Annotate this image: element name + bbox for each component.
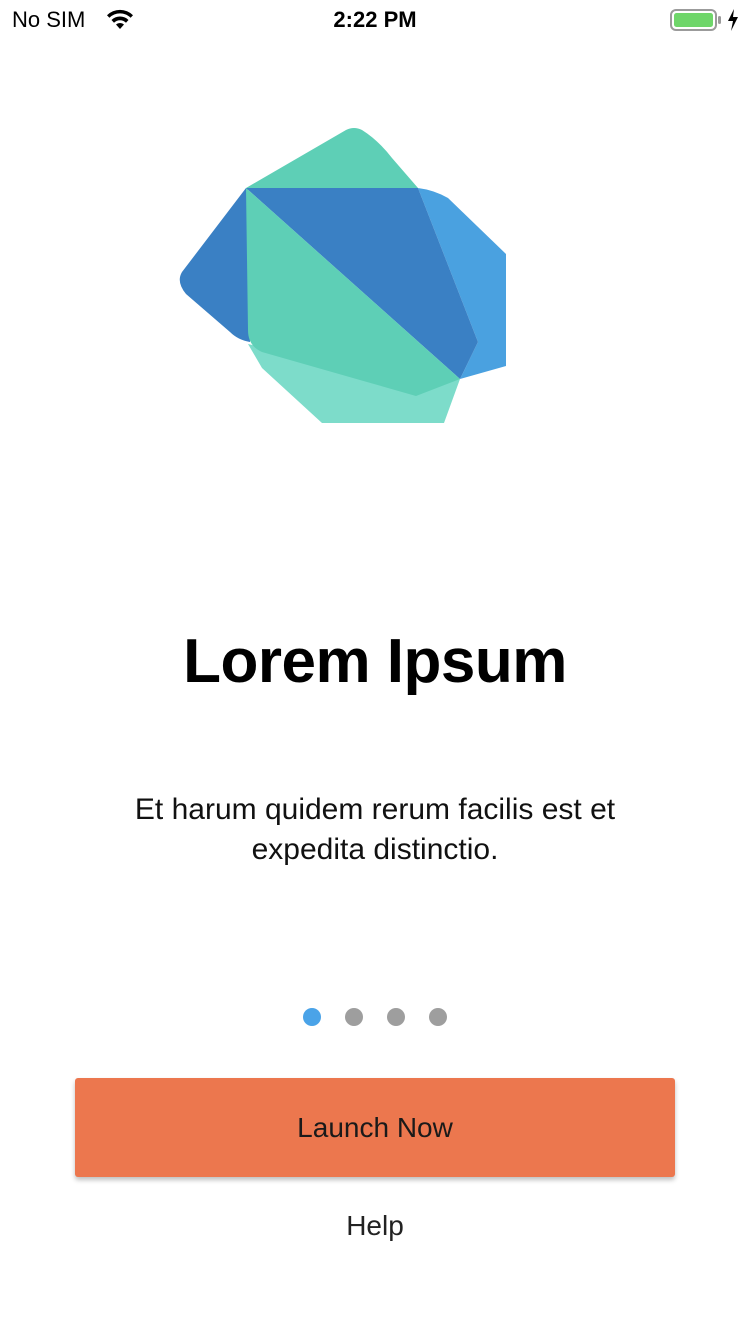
page-dot-4[interactable] bbox=[429, 1008, 447, 1026]
page-dot-2[interactable] bbox=[345, 1008, 363, 1026]
launch-now-button[interactable]: Launch Now bbox=[75, 1078, 675, 1177]
page-indicator bbox=[0, 1008, 750, 1026]
status-time: 2:22 PM bbox=[333, 7, 417, 32]
onboarding-description: Et harum quidem rerum facilis est et exp… bbox=[134, 793, 616, 866]
status-bar: No SIM 2:22 PM bbox=[0, 0, 750, 40]
help-button[interactable]: Help bbox=[275, 1200, 475, 1252]
dart-logo-icon bbox=[179, 128, 506, 423]
battery-icon bbox=[670, 9, 721, 31]
onboarding-title: Lorem Ipsum bbox=[183, 627, 567, 696]
page-dot-1[interactable] bbox=[303, 1008, 321, 1026]
page-dot-3[interactable] bbox=[387, 1008, 405, 1026]
charging-icon bbox=[728, 9, 738, 31]
